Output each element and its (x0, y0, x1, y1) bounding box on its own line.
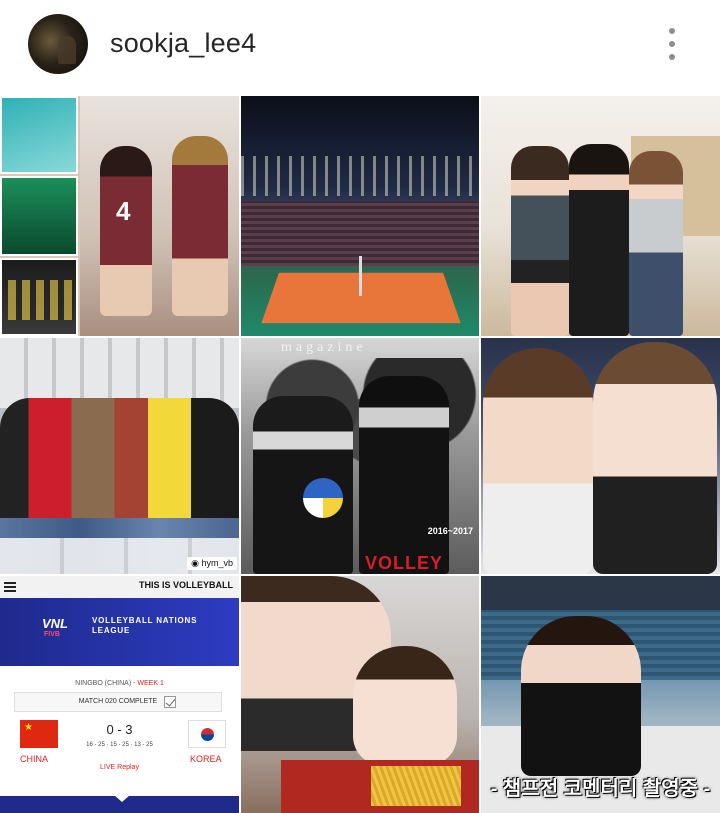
collage-photo (0, 176, 78, 256)
live-replay-link: LIVE Replay (100, 764, 139, 771)
post-thumbnail-8[interactable] (241, 576, 479, 813)
person-figure (593, 342, 717, 574)
set-scores: 16 - 25 · 15 - 25 · 13 - 25 (86, 742, 153, 748)
man-figure (359, 376, 449, 574)
player-figure (172, 136, 228, 316)
collage-photo (0, 258, 78, 336)
group-photo (0, 398, 239, 518)
vnl-logo: VNL (42, 616, 68, 631)
profile-header: sookja_lee4 (0, 0, 720, 96)
match-venue: NINGBO (CHINA) - WEEK 1 (75, 680, 164, 687)
vnl-footer-bar (0, 795, 239, 813)
arena-signage (481, 576, 720, 610)
tag-icon: ◉ (191, 558, 202, 568)
league-name: VOLLEYBALL NATIONS LEAGUE (92, 616, 198, 635)
person-figure (483, 348, 593, 574)
profile-avatar[interactable] (28, 14, 88, 74)
team-home: CHINA (20, 754, 49, 764)
fivb-logo: FIVB (44, 631, 60, 638)
post-thumbnail-3[interactable] (481, 96, 720, 336)
photo-credit-tag: ◉ hym_vb (187, 557, 237, 570)
post-thumbnail-5[interactable]: magazine 2016~2017 VOLLEY (241, 338, 479, 574)
app-topbar: THIS IS VOLLEYBALL (0, 576, 239, 598)
child-figure (353, 646, 457, 766)
team-away: KOREA (190, 754, 222, 764)
person-figure (629, 151, 683, 336)
volleyball-icon (303, 478, 343, 518)
commentator-figure (521, 616, 641, 776)
volley-brand: VOLLEY (365, 553, 444, 573)
video-subtitle: - 챔프전 코멘터리 촬영중 - (490, 778, 711, 800)
post-thumbnail-9[interactable]: - 챔프전 코멘터리 촬영중 - (481, 576, 720, 813)
player-figure (100, 146, 152, 316)
french-fries (371, 766, 461, 806)
match-score: 0 - 3 (106, 722, 133, 737)
arena-lights (241, 156, 479, 196)
volleyball-net (359, 256, 362, 296)
collage-main-photo: 4 (80, 96, 239, 336)
collage-photo (0, 96, 78, 174)
season-label: 2016~2017 (427, 526, 473, 536)
magazine-title: magazine (281, 340, 367, 355)
match-status: MATCH 020 COMPLETE (14, 692, 222, 712)
checkbox-icon (164, 696, 176, 708)
more-vertical-icon[interactable] (660, 26, 684, 62)
tag-text: hym_vb (201, 558, 233, 568)
post-thumbnail-7[interactable]: THIS IS VOLLEYBALL VNL FIVB VOLLEYBALL N… (0, 576, 239, 813)
person-figure (511, 146, 569, 336)
post-grid: 4 ◉ hym_vb magazine 2016~2017 VOLLEY THI… (0, 96, 720, 813)
post-thumbnail-1[interactable]: 4 (0, 96, 239, 336)
person-figure (569, 144, 629, 336)
post-thumbnail-2[interactable] (241, 96, 479, 336)
topbar-title: THIS IS VOLLEYBALL (138, 580, 233, 590)
post-thumbnail-4[interactable]: ◉ hym_vb (0, 338, 239, 574)
jersey-number: 4 (116, 196, 131, 226)
post-thumbnail-6[interactable] (481, 338, 720, 574)
hamburger-menu-icon (4, 582, 16, 592)
profile-username[interactable]: sookja_lee4 (110, 28, 256, 59)
